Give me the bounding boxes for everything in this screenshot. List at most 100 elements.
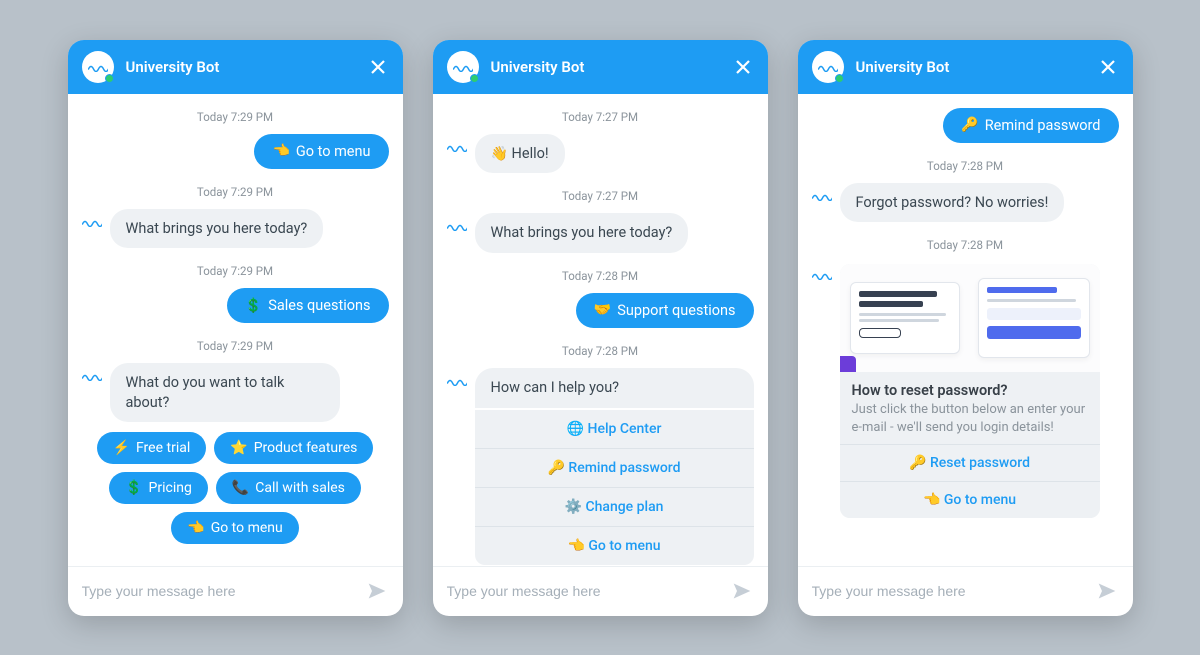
bot-avatar-wrap [82, 51, 114, 83]
chat-header: University Bot [433, 40, 768, 94]
close-button[interactable] [732, 56, 754, 78]
chip-label: Go to menu [211, 520, 283, 536]
chat-body: Today 7:29 PM 👈 Go to menu Today 7:29 PM… [68, 94, 403, 566]
wave-logo-icon [447, 221, 467, 231]
chip-go-to-menu[interactable]: 👈 Go to menu [171, 512, 298, 544]
purple-corner-icon [840, 356, 856, 372]
timestamp: Today 7:27 PM [447, 110, 754, 124]
dollar-icon: 💲 [125, 480, 142, 496]
pill-label: Go to menu [296, 143, 371, 160]
key-icon: 🔑 [547, 460, 564, 476]
chip-label: Pricing [149, 480, 192, 496]
chat-footer [68, 566, 403, 616]
chat-header: University Bot [798, 40, 1133, 94]
close-button[interactable] [367, 56, 389, 78]
message-input[interactable] [447, 583, 730, 599]
bot-bubble: What brings you here today? [110, 209, 324, 249]
chip-product-features[interactable]: ⭐ Product features [214, 432, 373, 464]
timestamp: Today 7:28 PM [812, 159, 1119, 173]
close-button[interactable] [1097, 56, 1119, 78]
bot-row: How can I help you? 🌐 Help Center 🔑 Remi… [447, 368, 754, 565]
menu-item-change-plan[interactable]: ⚙️ Change plan [475, 487, 754, 526]
menu-label: Help Center [588, 421, 662, 437]
menu-label: Change plan [585, 499, 663, 515]
chip-label: Call with sales [255, 480, 345, 496]
pill-label: Remind password [985, 117, 1101, 134]
menu-item-remind-password[interactable]: 🔑 Remind password [475, 448, 754, 487]
card-title: How to reset password? [852, 382, 1088, 399]
quick-reply-chips: ⚡ Free trial ⭐ Product features 💲 Pricin… [82, 432, 389, 544]
bolt-icon: ⚡ [113, 440, 130, 456]
bot-avatar-wrap [812, 51, 844, 83]
chip-free-trial[interactable]: ⚡ Free trial [97, 432, 207, 464]
chat-header: University Bot [68, 40, 403, 94]
menu-item-go-to-menu[interactable]: 👈 Go to menu [475, 526, 754, 565]
chat-footer [433, 566, 768, 616]
message-input[interactable] [82, 583, 365, 599]
bot-row-avatar [447, 221, 467, 231]
bot-row: What brings you here today? [82, 209, 389, 249]
wave-logo-icon [818, 62, 838, 72]
phone-icon: 📞 [232, 480, 249, 496]
user-row: 🔑 Remind password [812, 108, 1119, 143]
chat-body: Today 7:27 PM 👋 Hello! Today 7:27 PM Wha… [433, 94, 768, 566]
chat-body: 🔑 Remind password Today 7:28 PM Forgot p… [798, 94, 1133, 566]
user-row: 🤝 Support questions [447, 293, 754, 328]
bot-row: 👋 Hello! [447, 134, 754, 174]
bot-row: What brings you here today? [447, 213, 754, 253]
chat-widget-2: University Bot Today 7:27 PM 👋 Hello! To… [433, 40, 768, 616]
bot-row: Forgot password? No worries! [812, 183, 1119, 223]
wave-logo-icon [447, 142, 467, 152]
message-input[interactable] [812, 583, 1095, 599]
user-reply-go-to-menu[interactable]: 👈 Go to menu [254, 134, 388, 169]
bot-bubble: What brings you here today? [475, 213, 689, 253]
send-button[interactable] [1095, 579, 1119, 603]
point-left-icon: 👈 [272, 143, 289, 159]
key-icon: 🔑 [909, 455, 926, 471]
user-row: 👈 Go to menu [82, 134, 389, 169]
bot-row: How to reset password? Just click the bu… [812, 262, 1119, 518]
dollar-icon: 💲 [245, 298, 262, 314]
wave-logo-icon [88, 62, 108, 72]
star-icon: ⭐ [230, 440, 247, 456]
close-icon [371, 60, 385, 74]
chat-widget-3: University Bot 🔑 Remind password Today 7… [798, 40, 1133, 616]
wave-logo-icon [453, 62, 473, 72]
chip-pricing[interactable]: 💲 Pricing [109, 472, 208, 504]
bot-row: What do you want to talk about? [82, 363, 389, 422]
bot-bubble: 👋 Hello! [475, 134, 565, 174]
user-reply-remind-password[interactable]: 🔑 Remind password [943, 108, 1118, 143]
bot-row-avatar [82, 371, 102, 381]
send-button[interactable] [730, 579, 754, 603]
presence-dot-icon [835, 74, 844, 83]
user-reply-sales-questions[interactable]: 💲 Sales questions [227, 288, 389, 323]
card-actions: 🔑 Reset password 👈 Go to menu [840, 444, 1100, 518]
chat-footer [798, 566, 1133, 616]
timestamp: Today 7:29 PM [82, 110, 389, 124]
menu-item-help-center[interactable]: 🌐 Help Center [475, 410, 754, 448]
timestamp: Today 7:28 PM [447, 269, 754, 283]
bot-name: University Bot [126, 58, 367, 76]
wave-hand-icon: 👋 [491, 146, 508, 162]
timestamp: Today 7:29 PM [82, 339, 389, 353]
timestamp: Today 7:29 PM [82, 185, 389, 199]
bot-row-avatar [812, 191, 832, 201]
send-button[interactable] [365, 579, 389, 603]
close-icon [736, 60, 750, 74]
bot-row-avatar [447, 142, 467, 152]
card-action-go-to-menu[interactable]: 👈 Go to menu [840, 481, 1100, 518]
wave-logo-icon [812, 191, 832, 201]
timestamp: Today 7:29 PM [82, 264, 389, 278]
card-action-reset-password[interactable]: 🔑 Reset password [840, 444, 1100, 481]
gear-icon: ⚙️ [565, 499, 582, 515]
menu-label: Remind password [568, 460, 680, 476]
send-icon [1097, 581, 1117, 601]
pill-label: Support questions [617, 302, 735, 319]
chip-call-with-sales[interactable]: 📞 Call with sales [216, 472, 361, 504]
user-row: 💲 Sales questions [82, 288, 389, 323]
key-icon: 🔑 [961, 117, 978, 133]
point-left-icon: 👈 [567, 538, 584, 554]
bot-row-avatar [82, 217, 102, 227]
send-icon [367, 581, 387, 601]
user-reply-support-questions[interactable]: 🤝 Support questions [576, 293, 754, 328]
